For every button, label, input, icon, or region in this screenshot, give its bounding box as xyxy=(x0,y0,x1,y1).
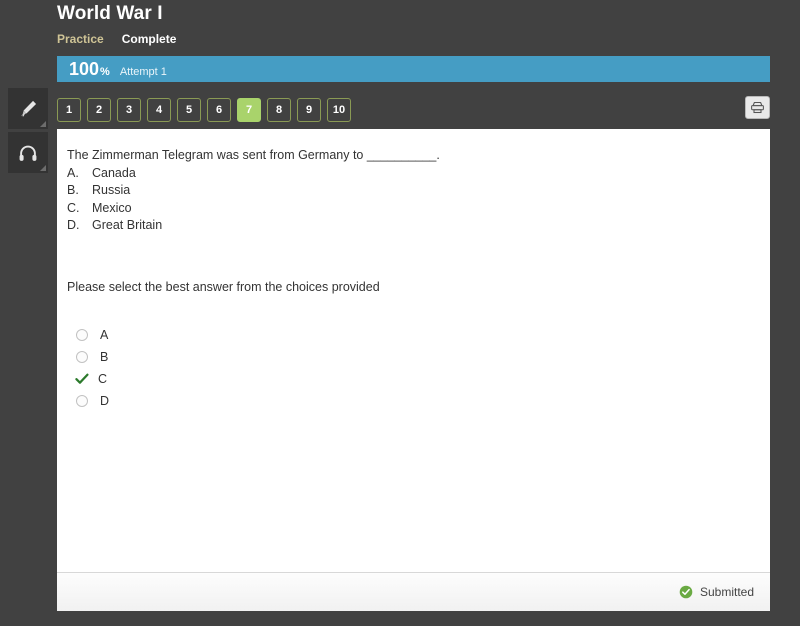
question-number-9[interactable]: 9 xyxy=(297,98,321,122)
checkmark-c-icon xyxy=(75,373,89,385)
choice-a: A. Canada xyxy=(67,165,770,183)
tab-practice[interactable]: Practice xyxy=(57,32,104,46)
question-stem: The Zimmerman Telegram was sent from Ger… xyxy=(67,148,440,162)
answer-label-c: C xyxy=(98,371,108,386)
tool-rail xyxy=(8,88,48,176)
choice-d-letter: D. xyxy=(67,218,80,232)
question-number-2[interactable]: 2 xyxy=(87,98,111,122)
question-number-7[interactable]: 7 xyxy=(237,98,261,122)
attempt-progress-bar: 100 % Attempt 1 xyxy=(57,56,770,82)
choice-a-letter: A. xyxy=(67,165,79,180)
answer-option-c[interactable]: C xyxy=(75,368,770,390)
answer-option-a[interactable]: A xyxy=(75,324,770,346)
score-value: 100 xyxy=(69,59,100,79)
tab-complete[interactable]: Complete xyxy=(122,32,177,46)
header: World War I Practice Complete 100 % Atte… xyxy=(57,0,770,82)
answer-option-b[interactable]: B xyxy=(75,346,770,368)
status-badge: Submitted xyxy=(679,585,754,599)
status-label: Submitted xyxy=(699,585,754,599)
answer-options: A B C D xyxy=(75,324,770,412)
audio-tool-button[interactable] xyxy=(8,132,48,173)
question-number-nav: 1 2 3 4 5 6 7 8 9 10 xyxy=(57,95,770,125)
header-subnav: Practice Complete xyxy=(57,29,770,49)
tool-corner-indicator xyxy=(40,121,46,127)
page-title: World War I xyxy=(57,3,163,24)
question-number-3[interactable]: 3 xyxy=(117,98,141,122)
choice-d: D. Great Britain xyxy=(67,217,770,235)
question-body: The Zimmerman Telegram was sent from Ger… xyxy=(57,129,770,572)
question-number-4[interactable]: 4 xyxy=(147,98,171,122)
question-number-6[interactable]: 6 xyxy=(207,98,231,122)
choice-c-letter: C. xyxy=(67,200,80,215)
score-percent-symbol: % xyxy=(100,66,110,78)
radio-b-icon[interactable] xyxy=(76,350,88,363)
choice-b-letter: B. xyxy=(67,183,79,197)
answer-prompt: Please select the best answer from the c… xyxy=(67,279,380,294)
choice-d-text: Great Britain xyxy=(92,218,163,232)
radio-d-icon[interactable] xyxy=(76,394,88,407)
choice-b-text: Russia xyxy=(92,183,131,197)
question-number-1[interactable]: 1 xyxy=(57,98,81,122)
print-button[interactable] xyxy=(745,96,770,119)
choice-b: B. Russia xyxy=(67,182,770,200)
answer-label-b: B xyxy=(100,349,109,364)
question-number-5[interactable]: 5 xyxy=(177,98,201,122)
highlighter-tool-button[interactable] xyxy=(8,88,48,129)
printer-icon xyxy=(751,101,764,114)
radio-a-icon[interactable] xyxy=(76,328,88,341)
choice-c-text: Mexico xyxy=(92,200,132,215)
question-number-10[interactable]: 10 xyxy=(327,98,351,122)
check-circle-icon xyxy=(679,585,693,599)
tool-corner-indicator xyxy=(40,165,46,171)
answer-option-d[interactable]: D xyxy=(75,390,770,412)
panel-footer: Submitted xyxy=(57,572,770,611)
highlighter-icon xyxy=(20,100,37,117)
headphones-icon xyxy=(19,145,37,161)
attempt-label: Attempt 1 xyxy=(119,66,167,78)
question-panel: The Zimmerman Telegram was sent from Ger… xyxy=(57,129,770,611)
answer-label-a: A xyxy=(100,327,109,342)
choice-c: C. Mexico xyxy=(67,200,770,218)
choice-a-text: Canada xyxy=(92,165,136,180)
answer-label-d: D xyxy=(100,393,110,408)
question-number-8[interactable]: 8 xyxy=(267,98,291,122)
